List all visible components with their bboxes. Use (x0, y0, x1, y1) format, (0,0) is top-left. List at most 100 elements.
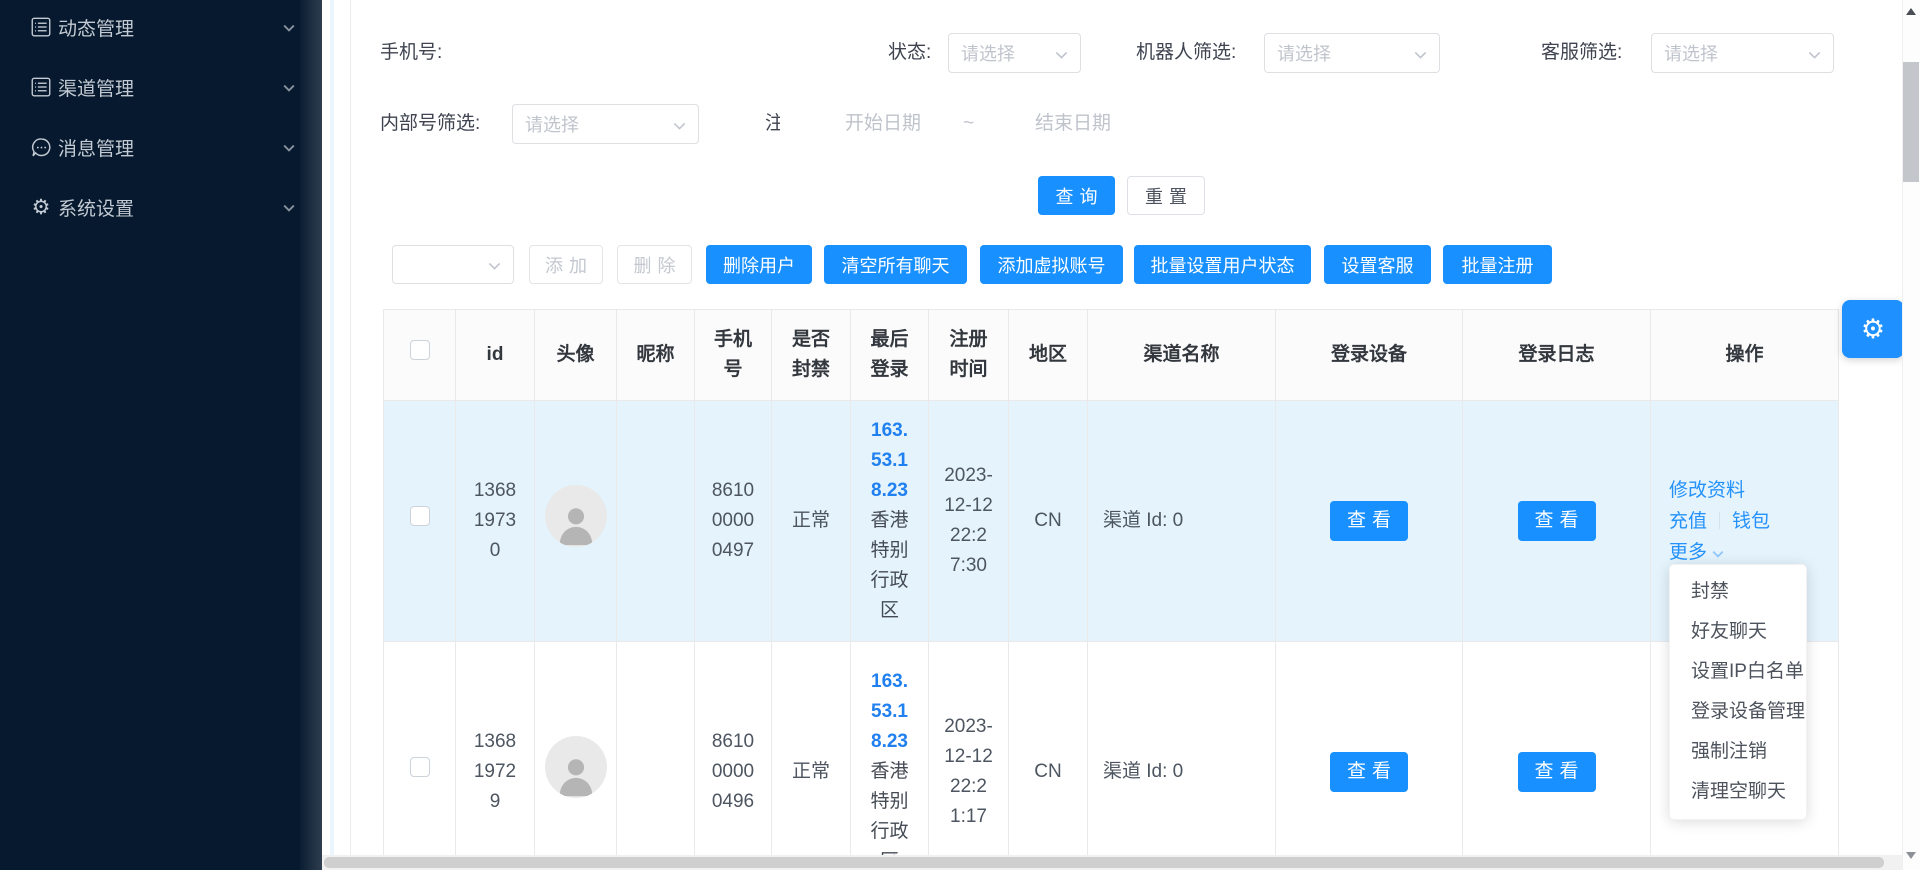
last-login-ip-link[interactable]: 163.53.18.23 (871, 420, 908, 501)
sidebar-scroll-hint (300, 0, 322, 870)
view-log-button[interactable]: 查看 (1518, 752, 1596, 792)
cell-channel: 渠道 Id: 0 (1088, 401, 1276, 642)
cell-register-time: 2023-12-12 22:21:17 (929, 642, 1009, 870)
chevron-down-icon (283, 196, 295, 218)
select-all-checkbox[interactable] (410, 340, 430, 360)
list-icon (30, 16, 52, 38)
scroll-down-arrow[interactable] (1906, 852, 1916, 859)
menu-item-ip-whitelist[interactable]: 设置IP白名单 (1670, 652, 1806, 692)
sidebar-item-dynamic-mgmt[interactable]: 动态管理 (0, 5, 300, 49)
header-id: id (456, 310, 535, 401)
chevron-down-icon (1712, 542, 1724, 563)
scroll-up-arrow[interactable] (1906, 8, 1916, 15)
cell-phone: 861000000496 (695, 642, 772, 870)
cell-avatar (535, 642, 617, 870)
wallet-link[interactable]: 钱包 (1732, 511, 1770, 532)
table-row: 136819730 861000000497 正常 163.53.1 (384, 401, 1839, 642)
header-nickname: 昵称 (617, 310, 695, 401)
view-log-button[interactable]: 查看 (1518, 501, 1596, 541)
recharge-link[interactable]: 充值 (1669, 511, 1707, 532)
view-device-button[interactable]: 查看 (1330, 501, 1408, 541)
kefu-filter-label: 客服筛选: (1541, 33, 1622, 73)
status-select-placeholder: 请选择 (961, 40, 1049, 66)
sidebar-item-label: 系统设置 (58, 194, 134, 221)
row-checkbox[interactable] (410, 757, 430, 777)
toolbar-select[interactable] (392, 245, 514, 284)
sidebar: 动态管理 渠道管理 (0, 0, 322, 870)
content-accent-strip (330, 0, 334, 870)
header-area: 地区 (1009, 310, 1088, 401)
set-kefu-button[interactable]: 设置客服 (1324, 245, 1431, 284)
chevron-down-icon (283, 76, 295, 98)
cell-login-log: 查看 (1463, 642, 1651, 870)
cell-login-device: 查看 (1276, 401, 1463, 642)
search-button[interactable]: 查询 (1038, 176, 1115, 215)
horizontal-scrollbar[interactable] (322, 855, 1902, 870)
cell-avatar (535, 401, 617, 642)
app-window: 动态管理 渠道管理 (0, 0, 1920, 870)
internal-select[interactable]: 请选择 (512, 104, 699, 144)
menu-item-friend-chat[interactable]: 好友聊天 (1670, 612, 1806, 652)
menu-item-clean-empty-chats[interactable]: 清理空聊天 (1670, 772, 1806, 812)
clear-all-chats-button[interactable]: 清空所有聊天 (824, 245, 967, 284)
phone-filter-label: 手机号: (380, 33, 442, 73)
register-time-label-clipped: 注 (765, 104, 780, 144)
header-channel: 渠道名称 (1088, 310, 1276, 401)
add-virtual-account-button[interactable]: 添加虚拟账号 (980, 245, 1123, 284)
last-login-ip-link[interactable]: 163.53.18.23 (871, 671, 908, 752)
chevron-down-icon (1808, 43, 1821, 64)
sidebar-item-label: 渠道管理 (58, 74, 134, 101)
horizontal-scrollbar-thumb[interactable] (324, 857, 1884, 868)
menu-item-login-device-mgmt[interactable]: 登录设备管理 (1670, 692, 1806, 732)
edit-profile-link[interactable]: 修改资料 (1669, 480, 1745, 501)
cell-last-login: 163.53.18.23香港特别行政区 (851, 401, 929, 642)
settings-fab[interactable]: ⚙ (1842, 300, 1904, 358)
cell-channel: 渠道 Id: 0 (1088, 642, 1276, 870)
header-login-log: 登录日志 (1463, 310, 1651, 401)
more-link[interactable]: 更多 (1669, 542, 1707, 563)
reset-button[interactable]: 重置 (1127, 176, 1205, 215)
internal-select-placeholder: 请选择 (525, 111, 667, 137)
header-last-login: 最后登录 (851, 310, 929, 401)
kefu-select[interactable]: 请选择 (1651, 33, 1834, 73)
delete-user-button[interactable]: 删除用户 (706, 245, 812, 284)
row-checkbox[interactable] (410, 506, 430, 526)
sidebar-item-channel-mgmt[interactable]: 渠道管理 (0, 65, 300, 109)
cell-ban-status: 正常 (772, 642, 851, 870)
menu-item-ban[interactable]: 封禁 (1670, 572, 1806, 612)
sidebar-item-system-settings[interactable]: ⚙ 系统设置 (0, 185, 300, 229)
vertical-scrollbar-thumb[interactable] (1903, 62, 1919, 182)
cell-login-log: 查看 (1463, 401, 1651, 642)
menu-item-force-logout[interactable]: 强制注销 (1670, 732, 1806, 772)
cell-login-device: 查看 (1276, 642, 1463, 870)
cell-id: 136819729 (456, 642, 535, 870)
batch-set-user-status-button[interactable]: 批量设置用户状态 (1134, 245, 1311, 284)
header-register-time: 注册时间 (929, 310, 1009, 401)
table-header-row: id 头像 昵称 手机号 是否封禁 最后登录 注册时间 地区 渠道名称 登录设备… (384, 310, 1839, 401)
header-checkbox-cell (384, 310, 456, 401)
batch-register-button[interactable]: 批量注册 (1443, 245, 1552, 284)
robot-select[interactable]: 请选择 (1264, 33, 1440, 73)
user-table: id 头像 昵称 手机号 是否封禁 最后登录 注册时间 地区 渠道名称 登录设备… (383, 309, 1838, 870)
header-phone: 手机号 (695, 310, 772, 401)
chevron-down-icon (1055, 43, 1068, 64)
add-button[interactable]: 添加 (529, 245, 603, 284)
status-select[interactable]: 请选择 (948, 33, 1081, 73)
date-start-input[interactable]: 开始日期 (845, 104, 921, 144)
status-filter-label: 状态: (888, 33, 931, 73)
more-actions-dropdown: 封禁 好友聊天 设置IP白名单 登录设备管理 强制注销 清理空聊天 (1669, 564, 1807, 820)
chevron-down-icon (283, 16, 295, 38)
delete-button[interactable]: 删除 (617, 245, 692, 284)
internal-filter-label: 内部号筛选: (380, 104, 480, 144)
sidebar-item-message-mgmt[interactable]: 消息管理 (0, 125, 300, 169)
view-device-button[interactable]: 查看 (1330, 752, 1408, 792)
cell-area: CN (1009, 401, 1088, 642)
content-left-border (350, 0, 351, 870)
gear-icon: ⚙ (30, 196, 52, 218)
date-end-input[interactable]: 结束日期 (1035, 104, 1111, 144)
last-login-geo: 香港特别行政区 (870, 761, 908, 870)
date-separator: ~ (963, 104, 974, 144)
cell-area: CN (1009, 642, 1088, 870)
cell-nickname (617, 642, 695, 870)
kefu-select-placeholder: 请选择 (1664, 40, 1802, 66)
